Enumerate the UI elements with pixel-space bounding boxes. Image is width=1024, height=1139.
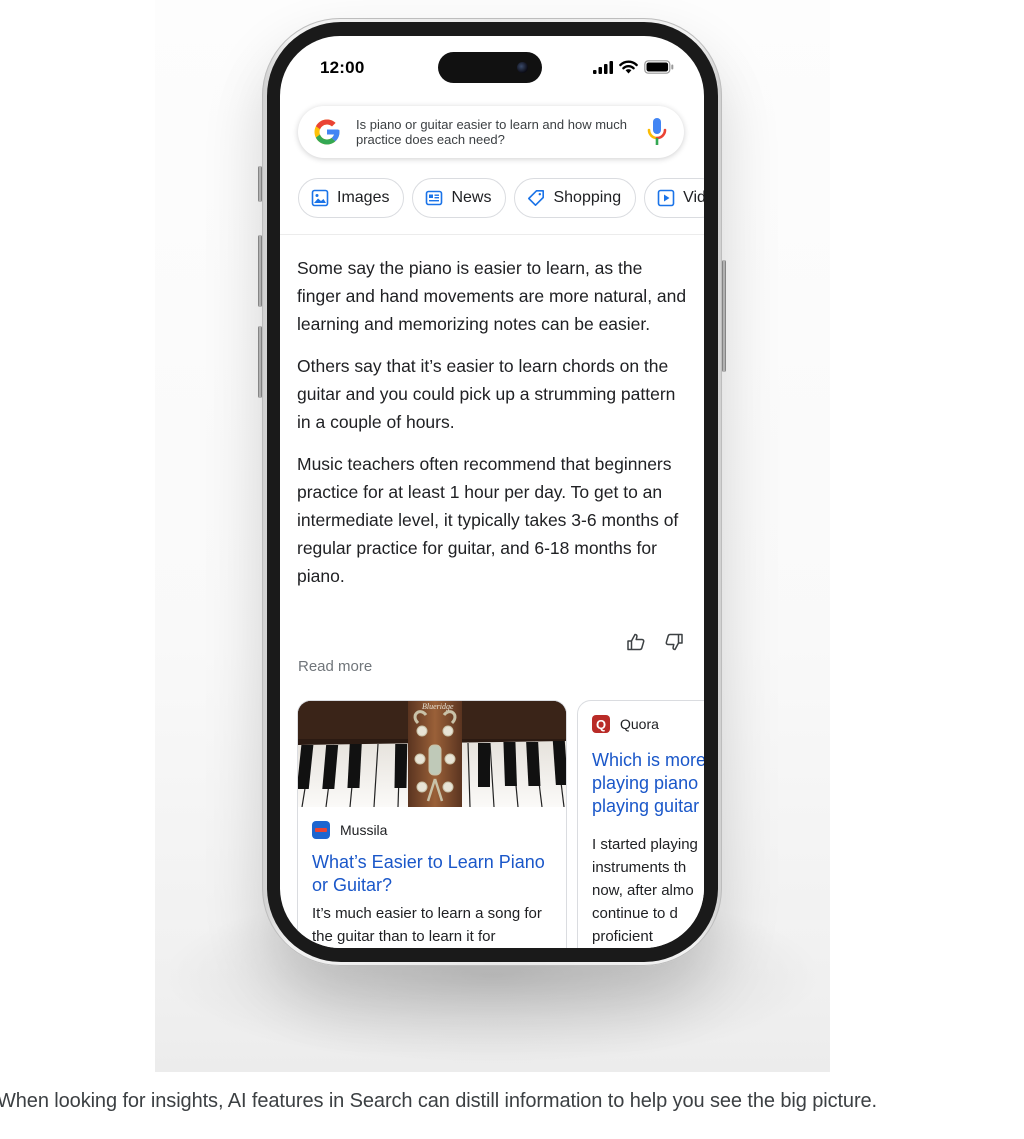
card-snippet: I started playing instruments th now, af… <box>592 833 704 948</box>
image-icon <box>311 189 329 207</box>
title-line: playing piano <box>592 773 699 793</box>
search-query[interactable]: Is piano or guitar easier to learn and h… <box>356 117 646 147</box>
chip-videos[interactable]: Vid <box>644 178 704 218</box>
chip-images[interactable]: Images <box>298 178 405 218</box>
snippet-line: proficient <box>592 928 653 945</box>
snippet-line: I started playing <box>592 836 698 853</box>
svg-text:Blueridge: Blueridge <box>422 702 454 711</box>
overview-paragraph: Music teachers often recommend that begi… <box>297 454 679 586</box>
signal-icon <box>593 60 613 74</box>
snippet-line: instruments th <box>592 859 687 876</box>
source-card[interactable]: Blueridge Mussila What’s Easier to Learn… <box>297 700 567 948</box>
search-filter-chips: Images News Shopping Vid <box>298 178 704 218</box>
dynamic-island <box>438 52 542 83</box>
image-caption: When looking for insights, AI features i… <box>0 1090 877 1112</box>
overview-paragraph: Some say the piano is easier to learn, a… <box>297 258 687 334</box>
snippet-line: continue to d <box>592 905 678 922</box>
camera-icon <box>517 62 528 73</box>
phone-screen: 12:00 Is piano or guitar easier to learn… <box>280 36 704 948</box>
card-title-link[interactable]: Which is more playing piano playing guit… <box>592 749 704 818</box>
chip-label: Vid <box>683 189 704 206</box>
chip-label: Shopping <box>553 189 622 206</box>
wifi-icon <box>619 60 638 74</box>
mic-icon[interactable] <box>646 117 668 147</box>
card-thumbnail-image: Blueridge <box>298 701 566 807</box>
search-bar[interactable]: Is piano or guitar easier to learn and h… <box>298 106 684 158</box>
chip-label: News <box>451 189 492 206</box>
status-icons <box>593 60 674 74</box>
source-name: Quora <box>620 716 659 732</box>
card-source: Q Quora <box>592 715 704 733</box>
card-source: Mussila <box>312 821 552 839</box>
divider <box>280 234 704 235</box>
source-name: Mussila <box>340 822 388 838</box>
thumbs-down-icon[interactable] <box>664 632 684 652</box>
title-line: playing guitar <box>592 796 700 816</box>
read-more-link[interactable]: Read more <box>298 658 372 675</box>
chip-label: Images <box>337 189 390 206</box>
battery-icon <box>644 60 674 74</box>
chip-shopping[interactable]: Shopping <box>514 178 637 218</box>
card-snippet: It’s much easier to learn a song for the… <box>312 905 542 945</box>
tag-icon <box>528 190 545 206</box>
quora-favicon-icon: Q <box>592 715 610 733</box>
overview-paragraph: Others say that it’s easier to learn cho… <box>297 356 676 432</box>
status-time: 12:00 <box>320 58 365 77</box>
card-title-link[interactable]: What’s Easier to Learn Piano or Guitar? <box>312 851 552 897</box>
power-button <box>722 260 726 372</box>
title-line: Which is more <box>592 750 704 770</box>
source-card[interactable]: Q Quora Which is more playing piano play… <box>577 700 704 948</box>
play-icon <box>657 189 675 207</box>
snippet-line: now, after almo <box>592 882 694 899</box>
piano-guitar-image: Blueridge <box>298 701 566 807</box>
feedback-buttons <box>626 632 684 652</box>
thumbs-up-icon[interactable] <box>626 632 646 652</box>
google-logo-icon <box>314 119 340 145</box>
news-icon <box>426 190 443 206</box>
ai-overview: Some say the piano is easier to learn, a… <box>297 254 687 604</box>
mussila-favicon-icon <box>312 821 330 839</box>
chip-news[interactable]: News <box>412 178 507 218</box>
